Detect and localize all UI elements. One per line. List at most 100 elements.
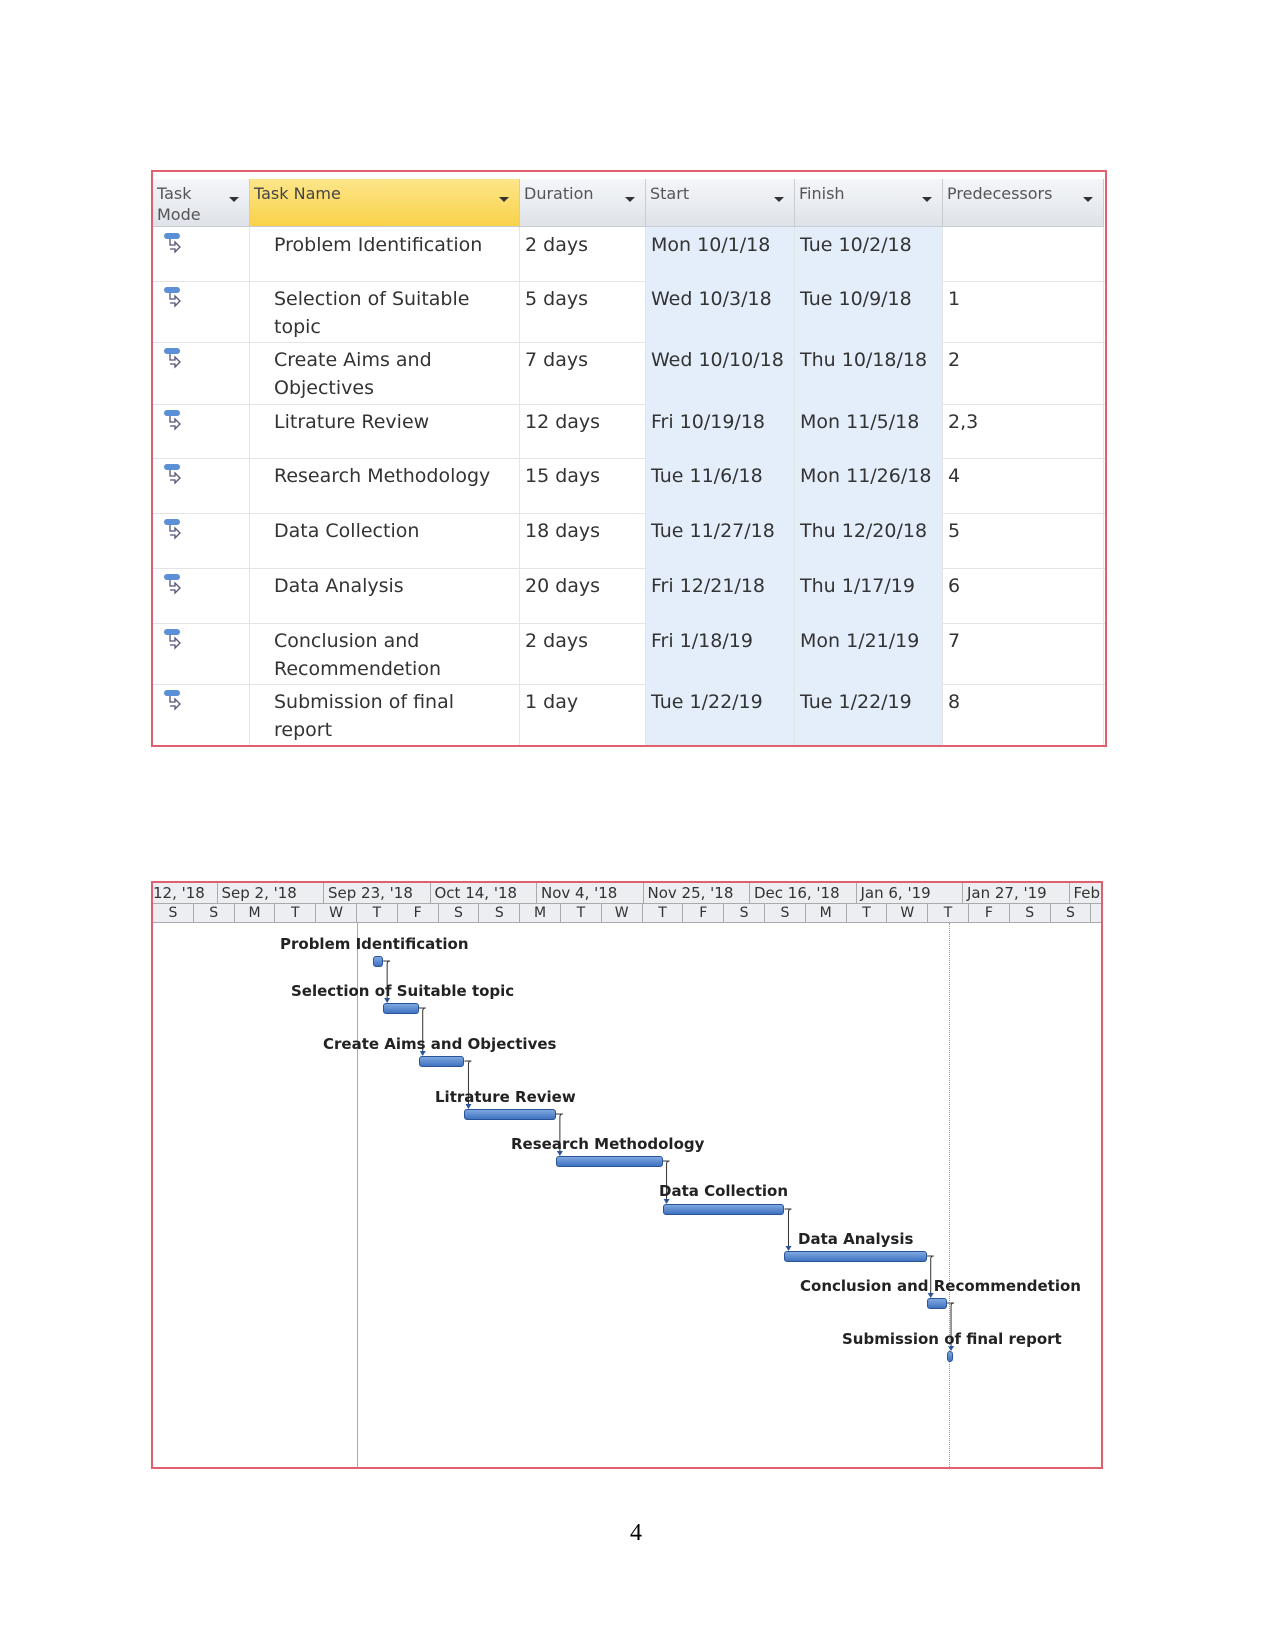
auto-scheduled-task-icon <box>164 410 181 431</box>
table-row[interactable]: Problem Identification 2 days Mon 10/1/18 T… <box>153 227 1105 282</box>
column-header-predecessors[interactable]: Predecessors <box>943 179 1104 227</box>
task-mode-cell[interactable] <box>153 513 250 568</box>
column-header-start[interactable]: Start <box>646 179 795 227</box>
timescale-minor-tick: S <box>1009 903 1051 923</box>
table-row[interactable]: Submission of final report 1 day Tue 1/22/… <box>153 684 1105 745</box>
cell-finish[interactable]: Mon 11/5/18 <box>795 404 943 458</box>
cell-start[interactable]: Fri 12/21/18 <box>646 568 795 623</box>
cell-finish[interactable]: Mon 11/26/18 <box>795 458 943 513</box>
task-mode-cell[interactable] <box>153 684 250 745</box>
cell-text: 7 days <box>525 349 588 371</box>
cell-predecessors[interactable]: 2,3 <box>943 404 1104 458</box>
cell-start[interactable]: Tue 1/22/19 <box>646 684 795 745</box>
task-mode-cell[interactable] <box>153 342 250 404</box>
cell-task-name[interactable]: Research Methodology <box>250 458 520 513</box>
cell-finish[interactable]: Tue 10/2/18 <box>795 227 943 281</box>
cell-finish[interactable]: Thu 10/18/18 <box>795 342 943 404</box>
cell-predecessors[interactable]: 7 <box>943 623 1104 684</box>
column-header-duration[interactable]: Duration <box>520 179 646 227</box>
cell-duration[interactable]: 20 days <box>520 568 646 623</box>
cell-task-name[interactable]: Problem Identification <box>250 227 520 281</box>
column-header-finish[interactable]: Finish <box>795 179 943 227</box>
cell-duration[interactable]: 12 days <box>520 404 646 458</box>
table-row[interactable]: Conclusion and Recommendetion 2 days Fri 1… <box>153 623 1105 685</box>
gantt-task-bar[interactable] <box>662 1204 785 1215</box>
cell-finish[interactable]: Mon 1/21/19 <box>795 623 943 684</box>
task-mode-cell[interactable] <box>153 623 250 684</box>
cell-start[interactable]: Tue 11/6/18 <box>646 458 795 513</box>
task-mode-cell[interactable] <box>153 281 250 342</box>
dropdown-arrow-icon[interactable] <box>1083 197 1093 202</box>
cell-start[interactable]: Fri 1/18/19 <box>646 623 795 684</box>
timescale-minor-tick: T <box>928 903 969 923</box>
gantt-task-label: Data Analysis <box>798 1230 914 1248</box>
dropdown-arrow-icon[interactable] <box>499 197 509 202</box>
task-mode-cell[interactable] <box>153 227 250 281</box>
cell-predecessors[interactable]: 6 <box>943 568 1104 623</box>
cell-task-name[interactable]: Litrature Review <box>250 404 520 458</box>
cell-predecessors[interactable]: 2 <box>943 342 1104 404</box>
cell-finish[interactable]: Thu 1/17/19 <box>795 568 943 623</box>
timescale-minor-tick: T <box>561 903 602 923</box>
gantt-task-bar[interactable] <box>464 1109 556 1120</box>
gantt-task-bar[interactable] <box>784 1251 927 1262</box>
cell-start[interactable]: Mon 10/1/18 <box>646 227 795 281</box>
cell-duration[interactable]: 7 days <box>520 342 646 404</box>
cell-finish[interactable]: Tue 1/22/19 <box>795 684 943 745</box>
column-header-task-name[interactable]: Task Name <box>250 179 520 227</box>
gantt-task-bar[interactable] <box>418 1056 465 1067</box>
cell-text: Tue 10/9/18 <box>800 288 912 310</box>
auto-scheduled-task-icon <box>164 629 181 650</box>
table-row[interactable]: Selection of Suitable topic 5 days Wed 10/… <box>153 281 1105 343</box>
cell-predecessors[interactable]: 8 <box>943 684 1104 745</box>
cell-finish[interactable]: Thu 12/20/18 <box>795 513 943 568</box>
dropdown-arrow-icon[interactable] <box>625 197 635 202</box>
cell-task-name[interactable]: Selection of Suitable topic <box>250 281 520 342</box>
cell-predecessors[interactable]: 4 <box>943 458 1104 513</box>
cell-task-name[interactable]: Create Aims and Objectives <box>250 342 520 404</box>
cell-duration[interactable]: 15 days <box>520 458 646 513</box>
gantt-task-label: Research Methodology <box>511 1135 705 1153</box>
dropdown-arrow-icon[interactable] <box>229 197 239 202</box>
cell-predecessors[interactable]: 5 <box>943 513 1104 568</box>
dropdown-arrow-icon[interactable] <box>922 197 932 202</box>
cell-task-name[interactable]: Data Collection <box>250 513 520 568</box>
cell-predecessors[interactable]: 1 <box>943 281 1104 342</box>
gantt-task-label: Create Aims and Objectives <box>323 1035 557 1053</box>
table-row[interactable]: Data Analysis 20 days Fri 12/21/18 Thu 1/17… <box>153 568 1105 624</box>
gantt-task-label: Problem Identification <box>280 935 469 953</box>
table-row[interactable]: Create Aims and Objectives 7 days Wed 10/1… <box>153 342 1105 405</box>
gantt-task-bar[interactable] <box>373 956 384 967</box>
task-mode-cell[interactable] <box>153 458 250 513</box>
gantt-task-bar[interactable] <box>947 1351 954 1362</box>
cell-start[interactable]: Tue 11/27/18 <box>646 513 795 568</box>
cell-duration[interactable]: 2 days <box>520 623 646 684</box>
gantt-task-bar[interactable] <box>926 1298 948 1309</box>
cell-task-name[interactable]: Submission of final report <box>250 684 520 745</box>
timescale-minor-tick: S <box>479 903 521 923</box>
task-mode-cell[interactable] <box>153 568 250 623</box>
cell-duration[interactable]: 1 day <box>520 684 646 745</box>
cell-duration[interactable]: 18 days <box>520 513 646 568</box>
cell-start[interactable]: Fri 10/19/18 <box>646 404 795 458</box>
cell-text: Mon 11/5/18 <box>800 411 920 433</box>
cell-predecessors[interactable] <box>943 227 1104 281</box>
cell-duration[interactable]: 2 days <box>520 227 646 281</box>
cell-text: Fri 1/18/19 <box>651 630 753 652</box>
cell-duration[interactable]: 5 days <box>520 281 646 342</box>
table-row[interactable]: Data Collection 18 days Tue 11/27/18 Thu 12… <box>153 513 1105 569</box>
dropdown-arrow-icon[interactable] <box>774 197 784 202</box>
task-mode-cell[interactable] <box>153 404 250 458</box>
cell-task-name[interactable]: Data Analysis <box>250 568 520 623</box>
cell-task-name[interactable]: Conclusion and Recommendetion <box>250 623 520 684</box>
cell-start[interactable]: Wed 10/3/18 <box>646 281 795 342</box>
timescale-minor-tick: S <box>438 903 480 923</box>
gantt-task-bar[interactable] <box>383 1003 419 1014</box>
column-header-task-mode[interactable]: Task Mode <box>153 179 250 227</box>
table-row[interactable]: Litrature Review 12 days Fri 10/19/18 Mon 1… <box>153 404 1105 459</box>
table-row[interactable]: Research Methodology 15 days Tue 11/6/18 Mo… <box>153 458 1105 514</box>
cell-start[interactable]: Wed 10/10/18 <box>646 342 795 404</box>
cell-finish[interactable]: Tue 10/9/18 <box>795 281 943 342</box>
cell-text: 2,3 <box>948 411 979 433</box>
gantt-task-bar[interactable] <box>555 1156 663 1167</box>
